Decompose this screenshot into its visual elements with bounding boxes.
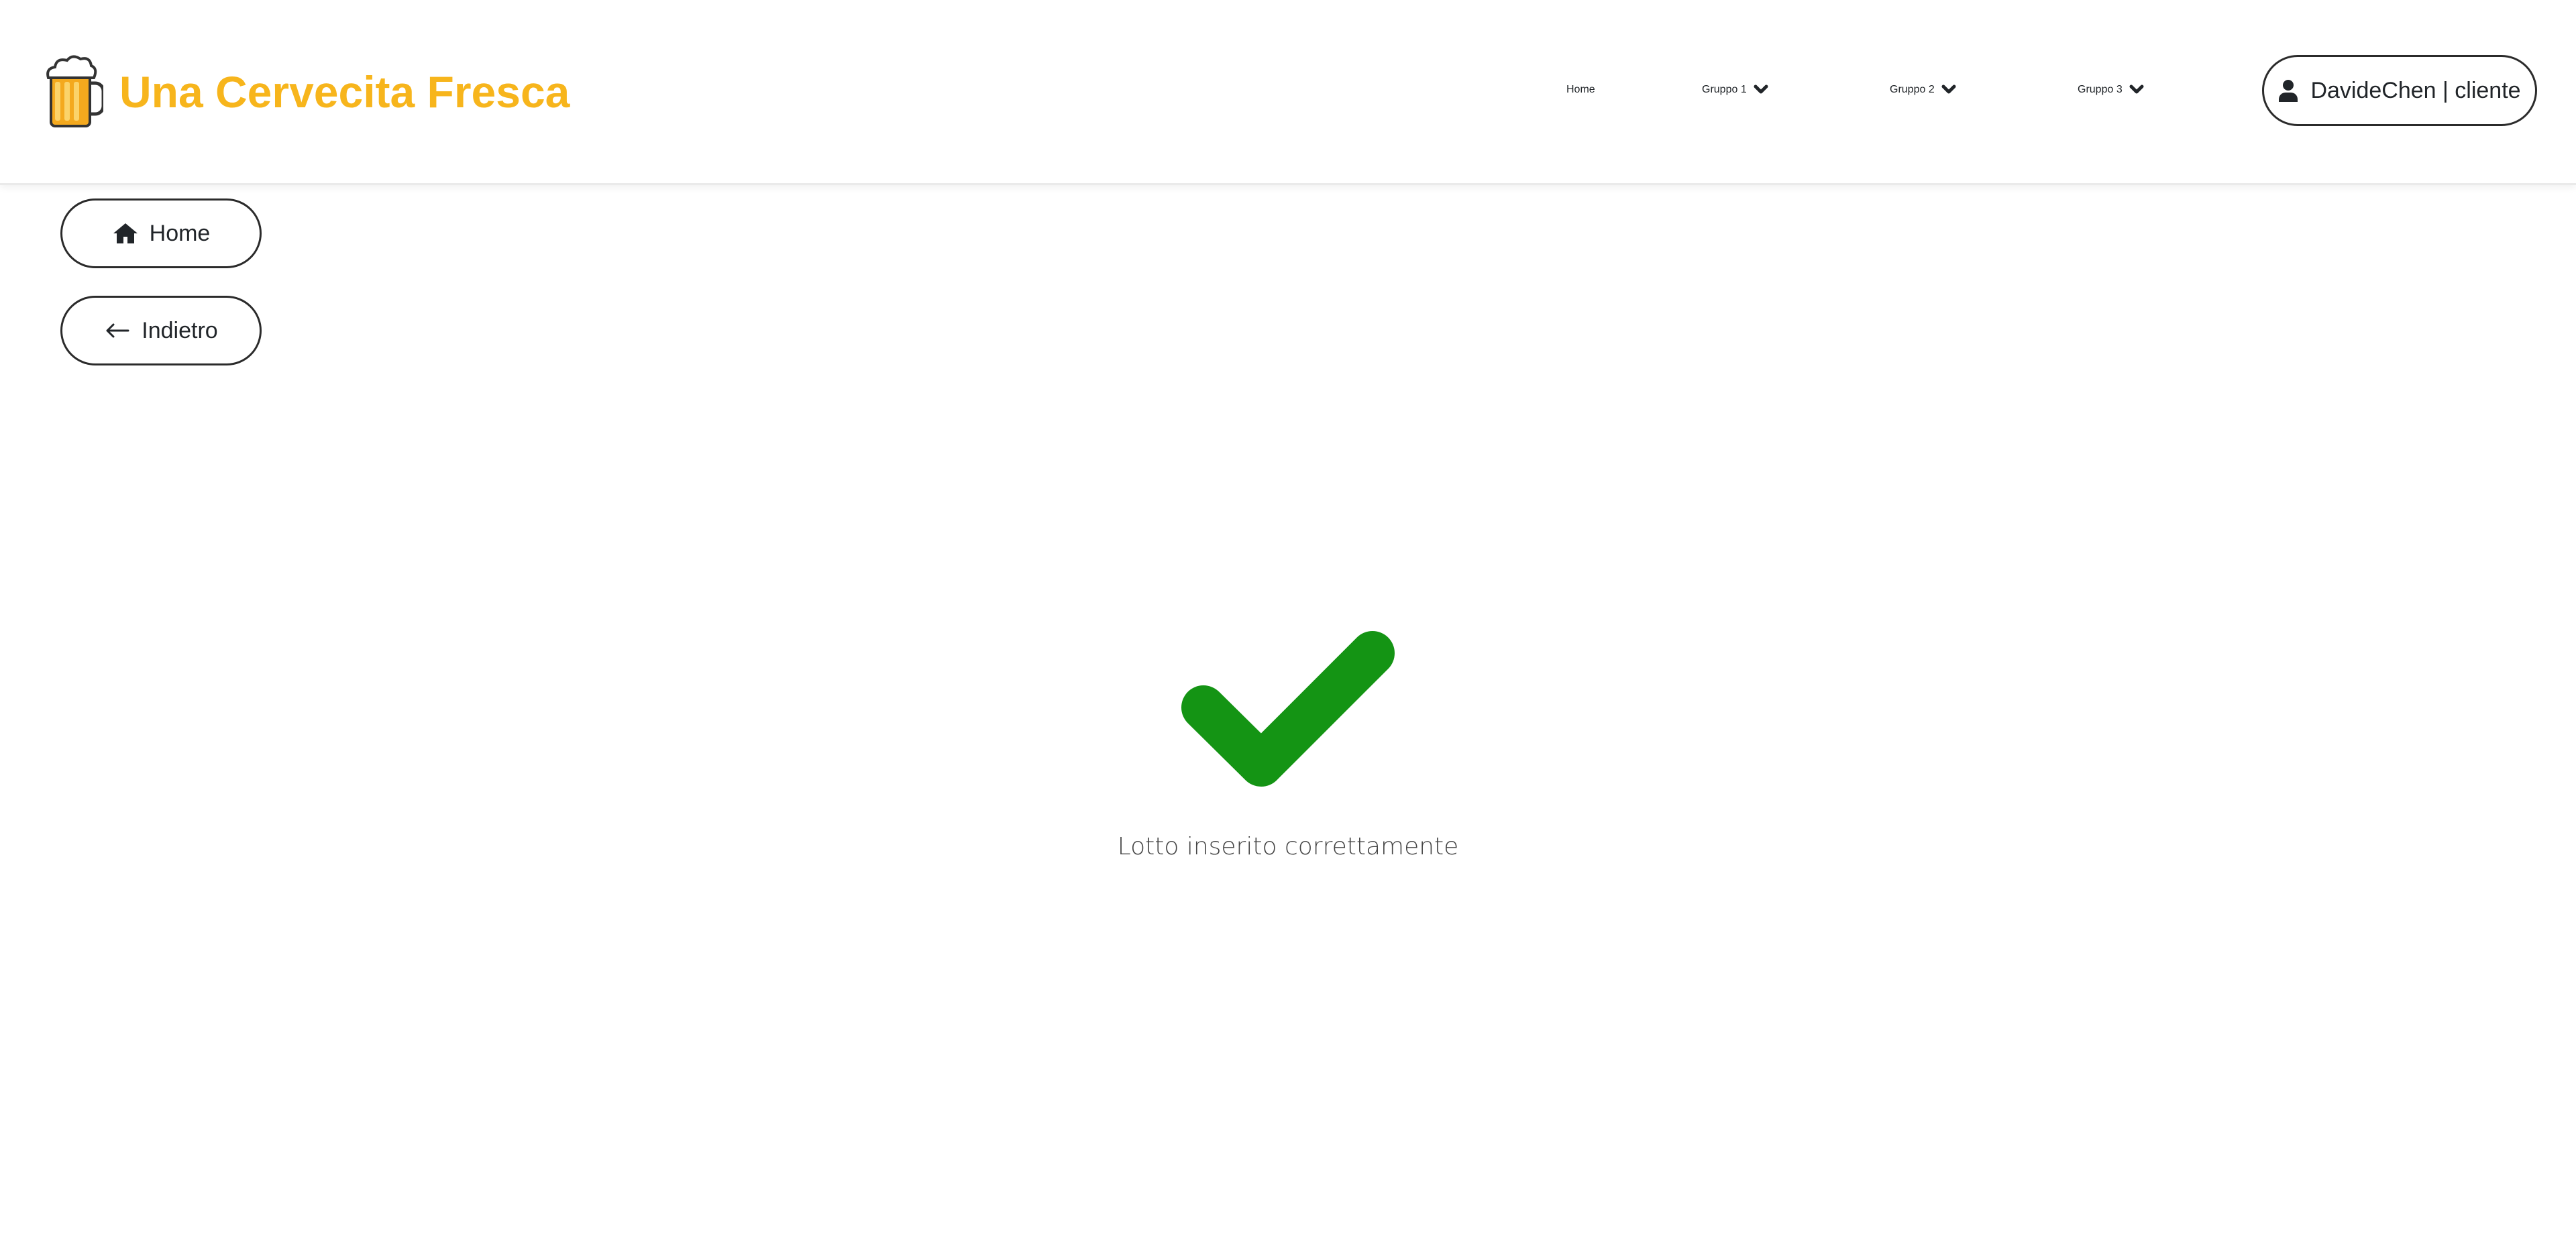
home-button-label: Home <box>149 220 211 246</box>
nav-home[interactable]: Home <box>1566 70 1595 110</box>
checkmark-icon <box>1181 631 1395 787</box>
back-button[interactable]: Indietro <box>60 296 262 365</box>
user-icon <box>2279 80 2298 102</box>
brand-name: Una Cervecita Fresca <box>119 67 570 117</box>
nav-gruppo-1[interactable]: Gruppo 1 <box>1702 70 1768 110</box>
nav-gruppo-3-label: Gruppo 3 <box>2078 84 2123 95</box>
home-button[interactable]: Home <box>60 198 262 268</box>
nav-gruppo-3[interactable]: Gruppo 3 <box>2078 70 2144 110</box>
chevron-down-icon <box>1941 84 1956 94</box>
home-icon <box>113 223 138 243</box>
success-message: Lotto inserito correttamente <box>1117 833 1459 860</box>
arrow-left-icon <box>106 323 129 338</box>
brand-link[interactable]: Una Cervecita Fresca <box>44 55 570 129</box>
top-navbar: Una Cervecita Fresca Home Gruppo 1 Grupp… <box>0 0 2576 185</box>
user-label: DavideChen | cliente <box>2310 77 2521 103</box>
chevron-down-icon <box>1754 84 1768 94</box>
chevron-down-icon <box>2129 84 2144 94</box>
beer-mug-icon <box>46 55 103 127</box>
nav-home-label: Home <box>1566 84 1595 95</box>
nav-gruppo-2[interactable]: Gruppo 2 <box>1890 70 1956 110</box>
back-button-label: Indietro <box>142 317 218 343</box>
success-panel: Lotto inserito correttamente <box>0 630 2576 860</box>
user-menu-button[interactable]: DavideChen | cliente <box>2262 55 2537 126</box>
nav-gruppo-1-label: Gruppo 1 <box>1702 84 1747 95</box>
nav-gruppo-2-label: Gruppo 2 <box>1890 84 1935 95</box>
